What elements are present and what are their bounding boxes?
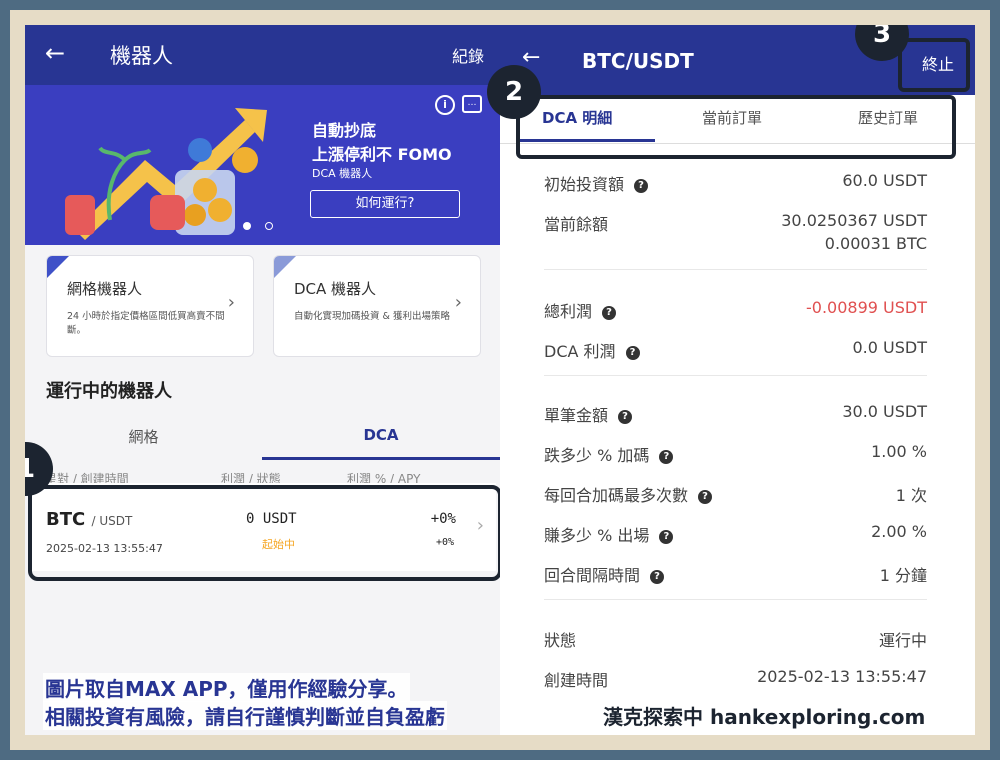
total-profit-label: 總利潤? — [544, 298, 617, 322]
order-amount-value: 30.0 USDT — [842, 402, 927, 421]
status-label: 狀態 — [544, 631, 577, 650]
pair-title: BTC/USDT — [582, 49, 694, 73]
label-text: 賺多少 % 出場 — [544, 526, 650, 545]
drop-percent-label: 跌多少 % 加碼? — [544, 442, 674, 466]
max-orders-value: 1 次 — [895, 486, 927, 505]
help-icon[interactable]: ? — [659, 530, 674, 544]
label-text: 初始投資額 — [544, 175, 625, 194]
total-profit-value: -0.00899 USDT — [806, 298, 927, 317]
dca-bot-card[interactable]: DCA 機器人 自動化實現加碼投資 & 獲利出場策略 › — [273, 255, 481, 357]
dca-profit-value: 0.0 USDT — [852, 338, 928, 357]
created-label: 創建時間 — [544, 671, 609, 690]
divider — [544, 599, 927, 600]
carousel-dot[interactable] — [265, 222, 273, 230]
page-title: 機器人 — [110, 44, 173, 68]
dca-bot-desc: 自動化實現加碼投資 & 獲利出場策略 — [294, 311, 450, 322]
card-corner — [274, 256, 296, 278]
dca-profit-label: DCA 利潤? — [544, 338, 640, 362]
promo-banner[interactable]: i … 自動抄底 上漲停利不 FOMO DCA 機器人 如何運行? — [25, 85, 500, 245]
grid-bot-card[interactable]: 網格機器人 24 小時於指定價格區間低買高賣不間斷。 › — [46, 255, 254, 357]
robot-list-screen: ← 機器人 紀錄 i … 自動抄底 上漲停利不 FOMO DCA 機器人 如何運… — [25, 25, 500, 735]
tab-dca[interactable]: DCA — [262, 426, 500, 444]
help-icon[interactable]: ? — [659, 450, 674, 464]
info-icon[interactable]: i — [435, 95, 455, 115]
step-badge-2: 2 — [487, 65, 541, 119]
take-profit-label: 賺多少 % 出場? — [544, 522, 674, 546]
highlight-box-2 — [516, 95, 956, 159]
divider — [544, 269, 927, 270]
initial-investment-label: 初始投資額? — [544, 171, 649, 195]
card-corner — [47, 256, 69, 278]
balance-btc: 0.00031 BTC — [824, 234, 927, 253]
watermark-brand: 漢克探索中 hankexploring.com — [603, 705, 926, 729]
help-icon[interactable]: ? — [618, 410, 633, 424]
chevron-right-icon: › — [454, 292, 462, 313]
label-text: 跌多少 % 加碼 — [544, 446, 650, 465]
take-profit-value: 2.00 % — [871, 522, 927, 541]
drop-percent-value: 1.00 % — [871, 442, 927, 461]
current-balance-label: 當前餘額 — [544, 215, 609, 234]
banner-line3: DCA 機器人 — [312, 167, 373, 180]
current-balance-row: 當前餘額 30.0250367 USDT 0.00031 BTC — [544, 211, 927, 259]
label-text: 回合間隔時間 — [544, 566, 641, 585]
order-amount-label: 單筆金額? — [544, 402, 633, 426]
highlight-box-3 — [898, 38, 970, 92]
help-icon[interactable]: ? — [698, 490, 713, 504]
chevron-right-icon: › — [227, 292, 235, 313]
created-value: 2025-02-13 13:55:47 — [757, 667, 927, 686]
banner-line2: 上漲停利不 FOMO — [312, 145, 452, 164]
banner-line1: 自動抄底 — [312, 121, 377, 140]
back-arrow-icon[interactable]: ← — [45, 39, 65, 67]
help-icon[interactable]: ? — [650, 570, 665, 584]
screenshot-stage: ← 機器人 紀錄 i … 自動抄底 上漲停利不 FOMO DCA 機器人 如何運… — [25, 25, 975, 735]
highlight-box-1 — [28, 485, 502, 581]
record-link[interactable]: 紀錄 — [452, 43, 484, 67]
carousel-dots — [243, 215, 287, 234]
balance-usdt: 30.0250367 USDT — [781, 211, 927, 230]
dca-bot-title: DCA 機器人 — [294, 280, 377, 298]
tab-underline — [262, 457, 500, 460]
interval-value: 1 分鐘 — [879, 566, 927, 585]
help-icon[interactable]: ? — [602, 306, 617, 320]
label-text: DCA 利潤 — [544, 342, 616, 361]
label-text: 總利潤 — [544, 302, 593, 321]
interval-label: 回合間隔時間? — [544, 562, 665, 586]
initial-investment-value: 60.0 USDT — [842, 171, 927, 190]
help-icon[interactable]: ? — [634, 179, 649, 193]
grid-bot-desc: 24 小時於指定價格區間低買高賣不間斷。 — [67, 311, 225, 336]
running-bots-title: 運行中的機器人 — [46, 381, 172, 402]
grid-bot-title: 網格機器人 — [67, 280, 143, 298]
carousel-dot-active[interactable] — [243, 222, 251, 230]
left-header: ← 機器人 紀錄 — [25, 25, 500, 85]
tab-grid[interactable]: 網格 — [25, 426, 262, 447]
dca-detail-screen: ← BTC/USDT 終止 DCA 明細 當前訂單 歷史訂單 初始投資額? 60… — [500, 25, 975, 735]
watermark-line1: 圖片取自MAX APP，僅用作經驗分享。 — [43, 673, 410, 702]
max-orders-label: 每回合加碼最多次數? — [544, 482, 713, 506]
how-it-works-button[interactable]: 如何運行? — [310, 190, 460, 218]
label-text: 單筆金額 — [544, 406, 609, 425]
status-value: 運行中 — [878, 631, 927, 650]
bot-type-tabs: 網格 DCA — [25, 418, 500, 460]
divider — [544, 375, 927, 376]
label-text: 每回合加碼最多次數 — [544, 486, 689, 505]
help-icon[interactable]: ? — [625, 346, 640, 360]
watermark-line2: 相關投資有風險，請自行謹慎判斷並自負盈虧 — [43, 701, 447, 730]
feedback-icon[interactable]: … — [462, 95, 482, 113]
